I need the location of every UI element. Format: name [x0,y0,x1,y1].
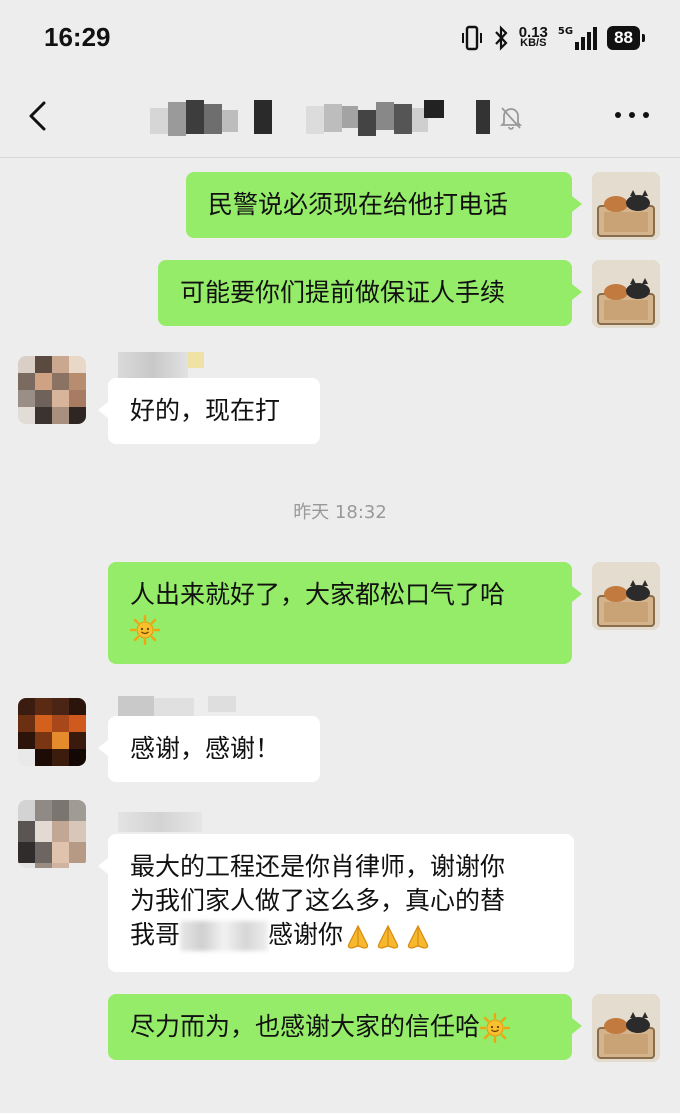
message-bubble-sent[interactable]: 民警说必须现在给他打电话 [186,172,582,238]
message-bubble-sent[interactable]: 可能要你们提前做保证人手续 [158,260,582,326]
message-text: 好的，现在打 [130,396,281,425]
contact-avatar-redacted[interactable] [18,356,86,424]
chat-title-redacted [150,100,500,136]
my-avatar[interactable] [592,172,660,240]
redacted-name [180,921,269,951]
network-speed: 0.13 KB/S [518,24,548,49]
my-avatar[interactable] [592,562,660,630]
message-text: 民警说必须现在给他打电话 [208,190,509,219]
sun-emoji-icon [130,615,160,645]
pray-emoji-icon [347,924,369,949]
mute-bell-icon [500,107,522,130]
message-text: 人出来就好了，大家都松口气了哈 [130,580,506,609]
signal-icon: 5G [557,26,598,50]
contact-avatar-redacted[interactable] [18,800,86,868]
signal-5g-label: 5G [557,26,574,37]
vibrate-icon [461,25,482,51]
pray-emoji-icon [377,924,399,949]
chat-header [0,72,680,158]
message-text: 感谢，感谢！ [130,734,281,763]
message-text-line: 感谢你 [268,920,344,949]
message-text: 可能要你们提前做保证人手续 [180,278,506,307]
contact-avatar-redacted[interactable] [18,698,86,766]
bluetooth-icon [494,25,508,51]
status-time: 16:29 [44,22,111,52]
my-avatar[interactable] [592,994,660,1062]
my-avatar[interactable] [592,260,660,328]
pray-emoji-icon [407,924,429,949]
message-bubble-received[interactable]: 好的，现在打 [98,378,320,444]
message-text-line: 为我们家人做了这么多，真心的替 [130,886,506,915]
message-text-line: 最大的工程还是你肖律师，谢谢你 [130,852,506,881]
battery-indicator: 88 [607,26,645,50]
message-bubble-received[interactable]: 感谢，感谢！ [98,716,320,782]
sender-name-redacted [118,350,208,378]
message-bubble-sent[interactable]: 尽力而为，也感谢大家的信任哈 [108,994,582,1060]
sender-name-redacted [118,808,208,836]
message-text: 尽力而为，也感谢大家的信任哈 [130,1012,481,1041]
back-chevron-icon[interactable] [20,96,60,136]
message-bubble-sent[interactable]: 人出来就好了，大家都松口气了哈 [108,562,582,664]
message-bubble-received[interactable]: 最大的工程还是你肖律师，谢谢你 为我们家人做了这么多，真心的替 我哥 感谢你 [98,834,574,972]
more-options-icon[interactable] [612,100,652,130]
status-bar: 16:29 0.13 KB/S 5G 88 [0,0,680,72]
chat-timestamp: 昨天 18:32 [293,502,387,523]
status-icons: 0.13 KB/S 5G 88 [461,24,645,52]
sun-emoji-icon [480,1013,511,1043]
message-text-line: 我哥 [130,920,181,949]
